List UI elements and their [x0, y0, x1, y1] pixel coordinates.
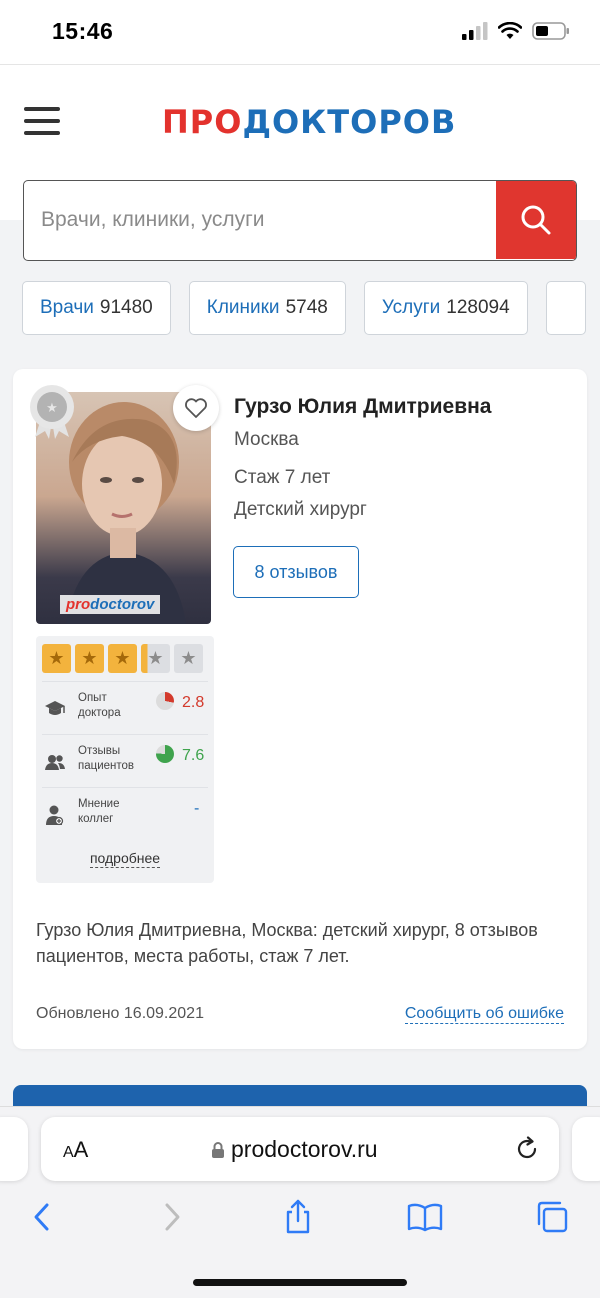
book-icon: [407, 1203, 443, 1232]
chip-label: Клиники: [206, 297, 280, 318]
watermark-doctorov: doctorov: [90, 596, 155, 613]
reader-settings-button[interactable]: AA: [63, 1137, 88, 1163]
star-icon: ★: [75, 644, 104, 673]
status-bar: 15:46: [0, 0, 600, 64]
battery-icon: [532, 22, 569, 40]
rating-box: ★ ★ ★ ★ ★ Опыт доктора 2.8 Отзывы пациен…: [36, 636, 214, 883]
aa-big: A: [73, 1137, 89, 1162]
tabs-icon: [537, 1201, 568, 1233]
cellular-signal-icon: [462, 22, 488, 40]
graduation-cap-icon: [45, 701, 65, 715]
metric-pie-icon: [156, 745, 174, 763]
star-icon: ★: [108, 644, 137, 673]
favorite-button[interactable]: [173, 385, 219, 431]
search-bar: [23, 180, 577, 261]
chevron-right-icon: [165, 1203, 180, 1231]
search-icon: [521, 205, 551, 235]
chip-count: 5748: [285, 297, 328, 318]
status-time: 15:46: [52, 18, 114, 44]
lock-icon: [212, 1141, 224, 1158]
logo-part-doctorov: ДОКТОРОВ: [242, 103, 457, 141]
metric-doctor-experience: Опыт доктора 2.8: [42, 681, 208, 733]
metric-pie-icon: [156, 692, 174, 710]
chevron-left-icon: [34, 1203, 49, 1231]
star-icon: ★: [42, 644, 71, 673]
tabs-button[interactable]: [532, 1197, 572, 1237]
users-icon: [45, 755, 65, 770]
metric-value: -: [194, 800, 200, 817]
home-indicator: [193, 1279, 407, 1286]
url-text: prodoctorov.ru: [231, 1136, 378, 1162]
site-logo[interactable]: ПРОДОКТОРОВ: [162, 103, 456, 141]
share-icon: [286, 1199, 310, 1234]
search-button[interactable]: [496, 181, 576, 259]
doctor-experience: Стаж 7 лет: [234, 467, 331, 488]
star-rating: ★ ★ ★ ★ ★: [42, 644, 203, 673]
wifi-icon: [498, 22, 522, 39]
metric-value: 7.6: [182, 747, 205, 764]
award-badge-icon: ★: [30, 385, 74, 439]
report-error-link[interactable]: Сообщить об ошибке: [404, 1005, 564, 1024]
reviews-button[interactable]: 8 отзывов: [233, 546, 359, 598]
address-bar[interactable]: AA prodoctorov.ru: [41, 1117, 559, 1181]
more-details-link-wrap: подробнее: [36, 850, 214, 868]
doctor-city: Москва: [234, 429, 299, 450]
watermark-pro: pro: [66, 596, 91, 613]
svg-text:★: ★: [46, 401, 58, 416]
aa-small: A: [63, 1144, 74, 1161]
category-chips: Врачи 91480 Клиники 5748 Услуги 128094: [22, 281, 586, 335]
back-button[interactable]: [22, 1197, 62, 1237]
updated-date: Обновлено 16.09.2021: [36, 1005, 204, 1022]
chip-more-partial[interactable]: [545, 281, 586, 335]
photo-watermark: prodoctorov: [60, 595, 161, 614]
more-details-link[interactable]: подробнее: [89, 850, 161, 868]
bookmarks-button[interactable]: [405, 1197, 445, 1237]
previous-tab-preview[interactable]: [0, 1117, 28, 1181]
status-icons: [462, 22, 570, 40]
metric-label: Мнение коллег: [78, 798, 120, 825]
browser-toolbar: [0, 1197, 600, 1237]
doctor-colleague-icon: [46, 805, 64, 826]
doctor-description: Гурзо Юлия Дмитриевна, Москва: детский х…: [36, 920, 538, 966]
doctor-specialty: Детский хирург: [234, 499, 367, 520]
chip-clinics[interactable]: Клиники 5748: [188, 281, 346, 335]
next-tab-preview[interactable]: [572, 1117, 600, 1181]
chip-count: 91480: [99, 297, 153, 318]
metric-value: 2.8: [182, 694, 205, 711]
chip-label: Услуги: [381, 297, 441, 318]
browser-bottom-bar: AA prodoctorov.ru: [0, 1106, 600, 1298]
star-icon: ★: [141, 644, 170, 673]
metric-colleagues-opinion: Мнение коллег -: [42, 787, 208, 839]
logo-part-pro: ПРО: [162, 103, 243, 141]
search-input[interactable]: [24, 181, 496, 259]
chip-doctors[interactable]: Врачи 91480: [22, 281, 171, 335]
heart-icon: [185, 398, 207, 418]
doctor-name[interactable]: Гурзо Юлия Дмитриевна: [234, 395, 492, 419]
reload-icon[interactable]: [513, 1135, 541, 1163]
metric-label: Отзывы пациентов: [78, 745, 135, 772]
chip-label: Врачи: [40, 297, 94, 318]
doctor-card: prodoctorov ★ Гурзо Юлия Дмитриевна Моск…: [13, 369, 587, 1049]
chip-count: 128094: [446, 297, 510, 318]
metric-label: Опыт доктора: [78, 692, 121, 719]
menu-icon[interactable]: [24, 107, 60, 137]
url-display[interactable]: prodoctorov.ru: [211, 1136, 378, 1163]
forward-button[interactable]: [152, 1197, 192, 1237]
metric-patient-reviews: Отзывы пациентов 7.6: [42, 734, 208, 786]
star-icon: ★: [174, 644, 203, 673]
chip-services[interactable]: Услуги 128094: [363, 281, 528, 335]
share-button[interactable]: [278, 1197, 318, 1237]
